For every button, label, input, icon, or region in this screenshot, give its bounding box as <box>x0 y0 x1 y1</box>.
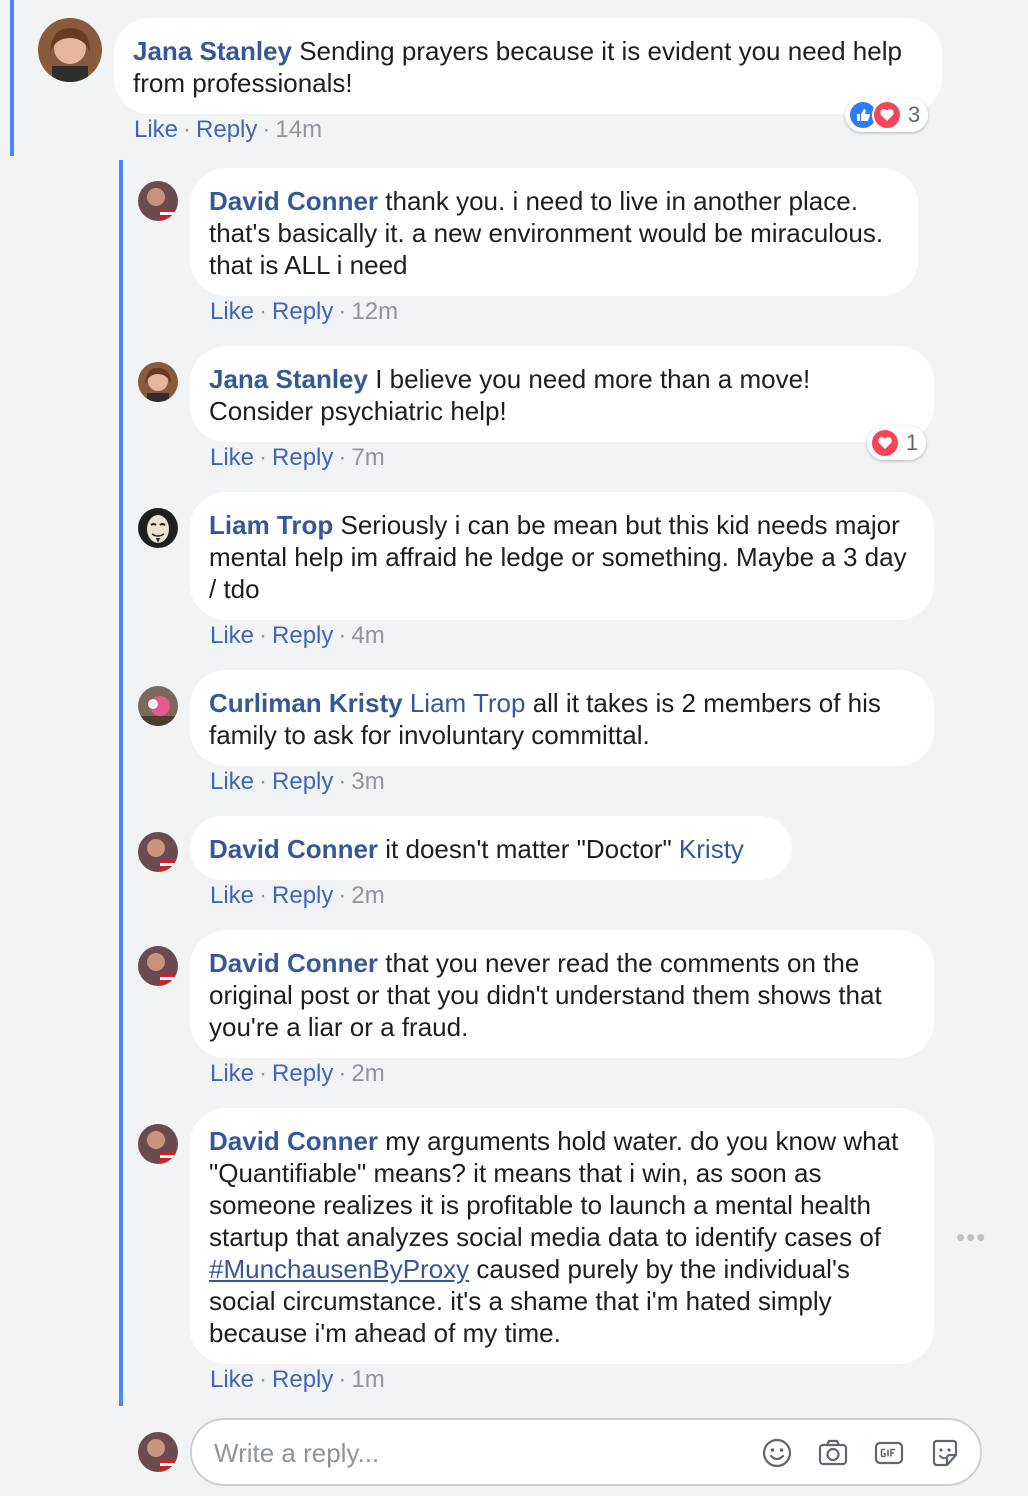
reply-bubble: David Conner my arguments hold water. do… <box>190 1108 934 1364</box>
smiley-icon[interactable] <box>760 1436 794 1470</box>
reply-link[interactable]: Reply <box>196 116 257 143</box>
reaction-count: 3 <box>908 102 921 127</box>
sticker-icon[interactable] <box>928 1436 962 1470</box>
reply-actions: Like · Reply · 2m <box>210 1060 385 1087</box>
hashtag-link[interactable]: #MunchausenByProxy <box>209 1254 469 1284</box>
reply-time[interactable]: 4m <box>351 622 384 649</box>
like-link[interactable]: Like <box>210 882 254 909</box>
reply-actions: Like · Reply · 2m <box>210 882 385 909</box>
avatar[interactable] <box>38 18 102 82</box>
reply-author[interactable]: David Conner <box>209 834 378 864</box>
comment-time[interactable]: 14m <box>275 116 322 143</box>
reply-link[interactable]: Reply <box>272 882 333 909</box>
reply-time[interactable]: 1m <box>351 1366 384 1393</box>
reply-author[interactable]: Liam Trop <box>209 510 333 540</box>
top-thread-bar <box>10 0 14 156</box>
reply-text: it doesn't matter "Doctor" <box>385 834 672 864</box>
like-link[interactable]: Like <box>210 768 254 795</box>
reaction-summary[interactable]: 1 <box>867 426 927 460</box>
reply-bubble: David Conner that you never read the com… <box>190 930 934 1058</box>
like-link[interactable]: Like <box>210 298 254 325</box>
camera-icon[interactable] <box>816 1436 850 1470</box>
avatar[interactable] <box>138 1432 178 1472</box>
comment-actions: Like · Reply · 14m <box>134 116 323 143</box>
reply-time[interactable]: 2m <box>351 1060 384 1087</box>
avatar[interactable] <box>138 1124 178 1164</box>
more-options-icon[interactable]: ••• <box>956 1222 986 1253</box>
like-link[interactable]: Like <box>134 116 178 143</box>
avatar[interactable] <box>138 946 178 986</box>
reply-composer <box>190 1418 982 1486</box>
reply-time[interactable]: 7m <box>351 444 384 471</box>
reply-author[interactable]: Jana Stanley <box>209 364 368 394</box>
reply-author[interactable]: Curliman Kristy <box>209 688 403 718</box>
reply-link[interactable]: Reply <box>272 1060 333 1087</box>
reply-bubble: Curliman Kristy Liam Trop all it takes i… <box>190 670 934 766</box>
heart-icon <box>872 100 902 130</box>
reply-bubble: David Conner thank you. i need to live i… <box>190 168 918 296</box>
reply-actions: Like · Reply · 3m <box>210 768 385 795</box>
reply-author[interactable]: David Conner <box>209 1126 378 1156</box>
reply-time[interactable]: 2m <box>351 882 384 909</box>
reaction-count: 1 <box>906 430 919 455</box>
reply-link[interactable]: Reply <box>272 768 333 795</box>
reply-author[interactable]: David Conner <box>209 948 378 978</box>
avatar[interactable] <box>138 362 178 402</box>
reply-author[interactable]: David Conner <box>209 186 378 216</box>
avatar[interactable] <box>138 508 178 548</box>
reply-actions: Like · Reply · 4m <box>210 622 385 649</box>
heart-icon <box>870 428 900 458</box>
reply-link[interactable]: Reply <box>272 298 333 325</box>
reply-input[interactable] <box>214 1434 734 1472</box>
reply-bubble: Jana Stanley I believe you need more tha… <box>190 346 934 442</box>
reply-time[interactable]: 3m <box>351 768 384 795</box>
like-link[interactable]: Like <box>210 1060 254 1087</box>
reply-time[interactable]: 12m <box>351 298 398 325</box>
reply-thread-bar <box>119 160 123 1406</box>
mention-link[interactable]: Liam Trop <box>410 688 526 718</box>
like-link[interactable]: Like <box>210 444 254 471</box>
reply-link[interactable]: Reply <box>272 622 333 649</box>
reply-actions: Like · Reply · 12m <box>210 298 399 325</box>
reply-actions: Like · Reply · 1m <box>210 1366 385 1393</box>
reaction-summary[interactable]: 3 <box>845 98 929 132</box>
comment-bubble: Jana Stanley Sending prayers because it … <box>114 18 942 114</box>
avatar[interactable] <box>138 181 178 221</box>
reply-bubble: Liam Trop Seriously i can be mean but th… <box>190 492 934 620</box>
like-link[interactable]: Like <box>210 1366 254 1393</box>
reply-bubble: David Conner it doesn't matter "Doctor" … <box>190 816 792 880</box>
avatar[interactable] <box>138 832 178 872</box>
avatar[interactable] <box>138 686 178 726</box>
gif-icon[interactable] <box>872 1436 906 1470</box>
reply-actions: Like · Reply · 7m <box>210 444 385 471</box>
mention-link[interactable]: Kristy <box>679 834 744 864</box>
reply-link[interactable]: Reply <box>272 1366 333 1393</box>
comment-author[interactable]: Jana Stanley <box>133 36 292 66</box>
like-link[interactable]: Like <box>210 622 254 649</box>
reply-link[interactable]: Reply <box>272 444 333 471</box>
